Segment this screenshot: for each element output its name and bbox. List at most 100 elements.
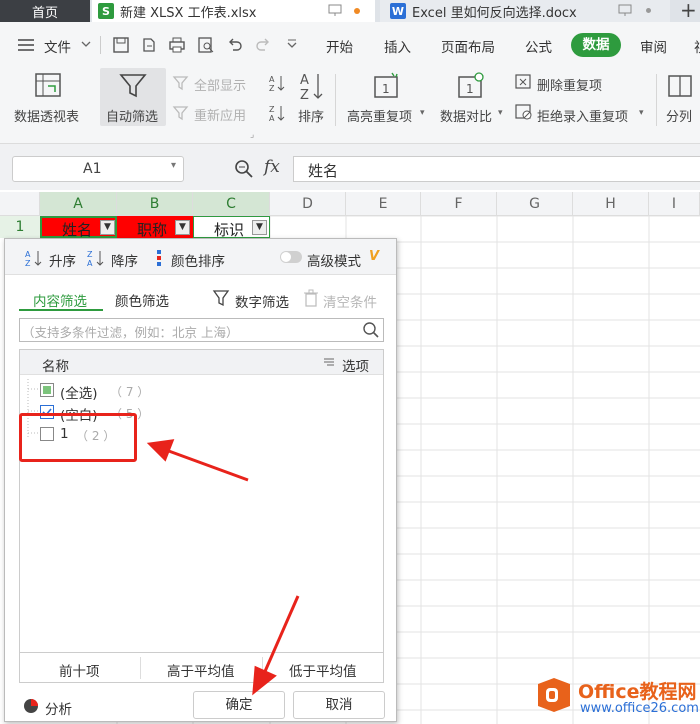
print-preview-icon[interactable] [197,36,215,58]
reapply-button[interactable]: 重新应用 [194,105,246,124]
menu-view[interactable]: 视 [694,36,700,56]
dialog-launcher-icon[interactable]: ⌟ [250,130,254,140]
svg-text:A: A [25,250,31,259]
cell-a1[interactable]: 姓名 ▼ [40,216,117,239]
filter-dropdown-arrow-icon[interactable]: ▼ [252,220,267,235]
monitor-icon[interactable] [618,3,632,21]
monitor-icon[interactable] [328,3,342,21]
cancel-button[interactable]: 取消 [293,691,385,719]
options-icon [323,356,335,372]
sort-descending-icon[interactable]: ZA [269,104,287,126]
formula-input[interactable]: 姓名 [293,156,700,182]
pivot-table-button[interactable]: 数据透视表 [14,106,79,125]
filter-dropdown-panel: AZ 升序 ZA 降序 颜色排序 高级模式 V 内容筛选 颜色筛选 数字筛选 清… [4,238,397,722]
unsaved-dot-icon [354,8,360,14]
column-header-f[interactable]: F [421,192,497,216]
chevron-down-icon[interactable] [80,38,92,54]
column-header-h[interactable]: H [573,192,649,216]
hamburger-icon[interactable] [18,38,34,56]
svg-text:A: A [87,259,93,267]
formula-value: 姓名 [308,162,339,180]
menu-review[interactable]: 审阅 [640,36,667,56]
customize-chevron-icon[interactable] [286,38,298,54]
column-header-e[interactable]: E [346,192,421,216]
clear-conditions-button[interactable]: 清空条件 [323,291,377,311]
cell-c1[interactable]: 标识 ▼ [193,216,270,239]
tab-color-filter[interactable]: 颜色筛选 [115,290,169,310]
redo-icon[interactable] [254,36,272,58]
active-tab-underline [19,309,103,311]
menu-page-layout[interactable]: 页面布局 [441,36,495,56]
office-logo-icon [536,676,572,718]
below-average-button[interactable]: 低于平均值 [289,660,357,680]
svg-text:A: A [269,114,275,122]
filter-dropdown-arrow-icon[interactable]: ▼ [175,220,190,235]
new-tab-button[interactable]: + [680,0,697,22]
options-button[interactable]: 选项 [342,355,369,375]
insert-function-button[interactable]: fx [264,157,280,177]
checkbox-partial[interactable] [40,383,54,397]
cell-b1[interactable]: 职称 ▼ [117,216,193,239]
sort-ascending-icon[interactable]: AZ [269,74,287,96]
tab-dot-icon [646,8,651,13]
show-all-button[interactable]: 全部显示 [194,75,246,94]
column-header-i[interactable]: I [649,192,700,216]
tab-docx-label: Excel 里如何反向选择.docx [412,5,577,21]
top-ten-button[interactable]: 前十项 [59,660,100,680]
print-icon[interactable] [168,36,186,58]
tab-docx[interactable]: W Excel 里如何反向选择.docx [380,0,670,22]
data-compare-button[interactable]: 数据对比 [440,106,492,125]
sort-button[interactable]: 排序 [298,106,324,125]
sort-descending-button[interactable]: 降序 [111,250,138,270]
list-item-select-all[interactable]: (全选) （ 7 ） [40,381,340,402]
dropdown-arrow-icon[interactable]: ▾ [420,108,425,118]
text-to-columns-button[interactable]: 分列 [666,106,692,125]
dropdown-arrow-icon[interactable]: ▾ [639,108,644,118]
column-header-a[interactable]: A [40,192,117,216]
ok-button[interactable]: 确定 [193,691,285,719]
menu-insert[interactable]: 插入 [384,36,411,56]
undo-icon[interactable] [226,36,244,58]
color-sort-button[interactable]: 颜色排序 [171,250,225,270]
menu-data[interactable]: 数据 [571,33,621,57]
filter-value-list: 名称 选项 (全选) （ 7 ） (空白) （ 5 ） 1 （ 2 ） [19,349,384,653]
export-icon[interactable] [140,36,158,58]
tab-xlsx-label: 新建 XLSX 工作表.xlsx [120,5,257,21]
filter-search-input[interactable]: （支持多条件过滤，例如：北京 上海） [19,318,384,342]
tab-home[interactable]: 首页 [0,0,90,22]
column-header-c[interactable]: C [193,192,270,216]
column-header-d[interactable]: D [270,192,346,216]
svg-text:1: 1 [466,82,474,96]
tab-xlsx[interactable]: S 新建 XLSX 工作表.xlsx [92,0,375,22]
number-filter-button[interactable]: 数字筛选 [235,291,289,311]
name-box[interactable]: A1 ▾ [12,156,184,182]
column-header-g[interactable]: G [497,192,573,216]
zoom-search-icon[interactable] [233,158,255,184]
highlight-duplicates-icon: 1 [372,72,402,104]
reject-duplicates-button[interactable]: 拒绝录入重复项 [537,106,628,125]
reapply-icon [172,105,190,125]
menu-file[interactable]: 文件 [44,36,71,56]
tab-home-label: 首页 [31,5,58,21]
select-all-corner[interactable] [0,192,40,216]
dropdown-arrow-icon[interactable]: ▾ [498,108,503,118]
above-average-button[interactable]: 高于平均值 [167,660,235,680]
analysis-button[interactable]: 分析 [45,698,72,718]
chevron-down-icon[interactable]: ▾ [171,160,176,171]
filter-dropdown-arrow-icon[interactable]: ▼ [100,220,115,235]
advanced-mode-toggle[interactable] [280,251,302,263]
column-header-b[interactable]: B [117,192,193,216]
svg-text:Z: Z [87,250,93,259]
tab-content-filter[interactable]: 内容筛选 [33,290,87,310]
search-icon[interactable] [362,321,380,343]
show-all-icon [172,75,190,95]
row-header-1[interactable]: 1 [0,216,40,238]
menu-home[interactable]: 开始 [326,36,353,56]
menu-formulas[interactable]: 公式 [525,36,552,56]
watermark-brand: Office教程网 [578,681,697,703]
delete-duplicates-button[interactable]: 删除重复项 [537,75,602,94]
text-to-columns-icon [667,72,695,104]
sort-ascending-button[interactable]: 升序 [49,250,76,270]
highlight-duplicates-button[interactable]: 高亮重复项 [347,106,412,125]
save-icon[interactable] [112,36,130,58]
